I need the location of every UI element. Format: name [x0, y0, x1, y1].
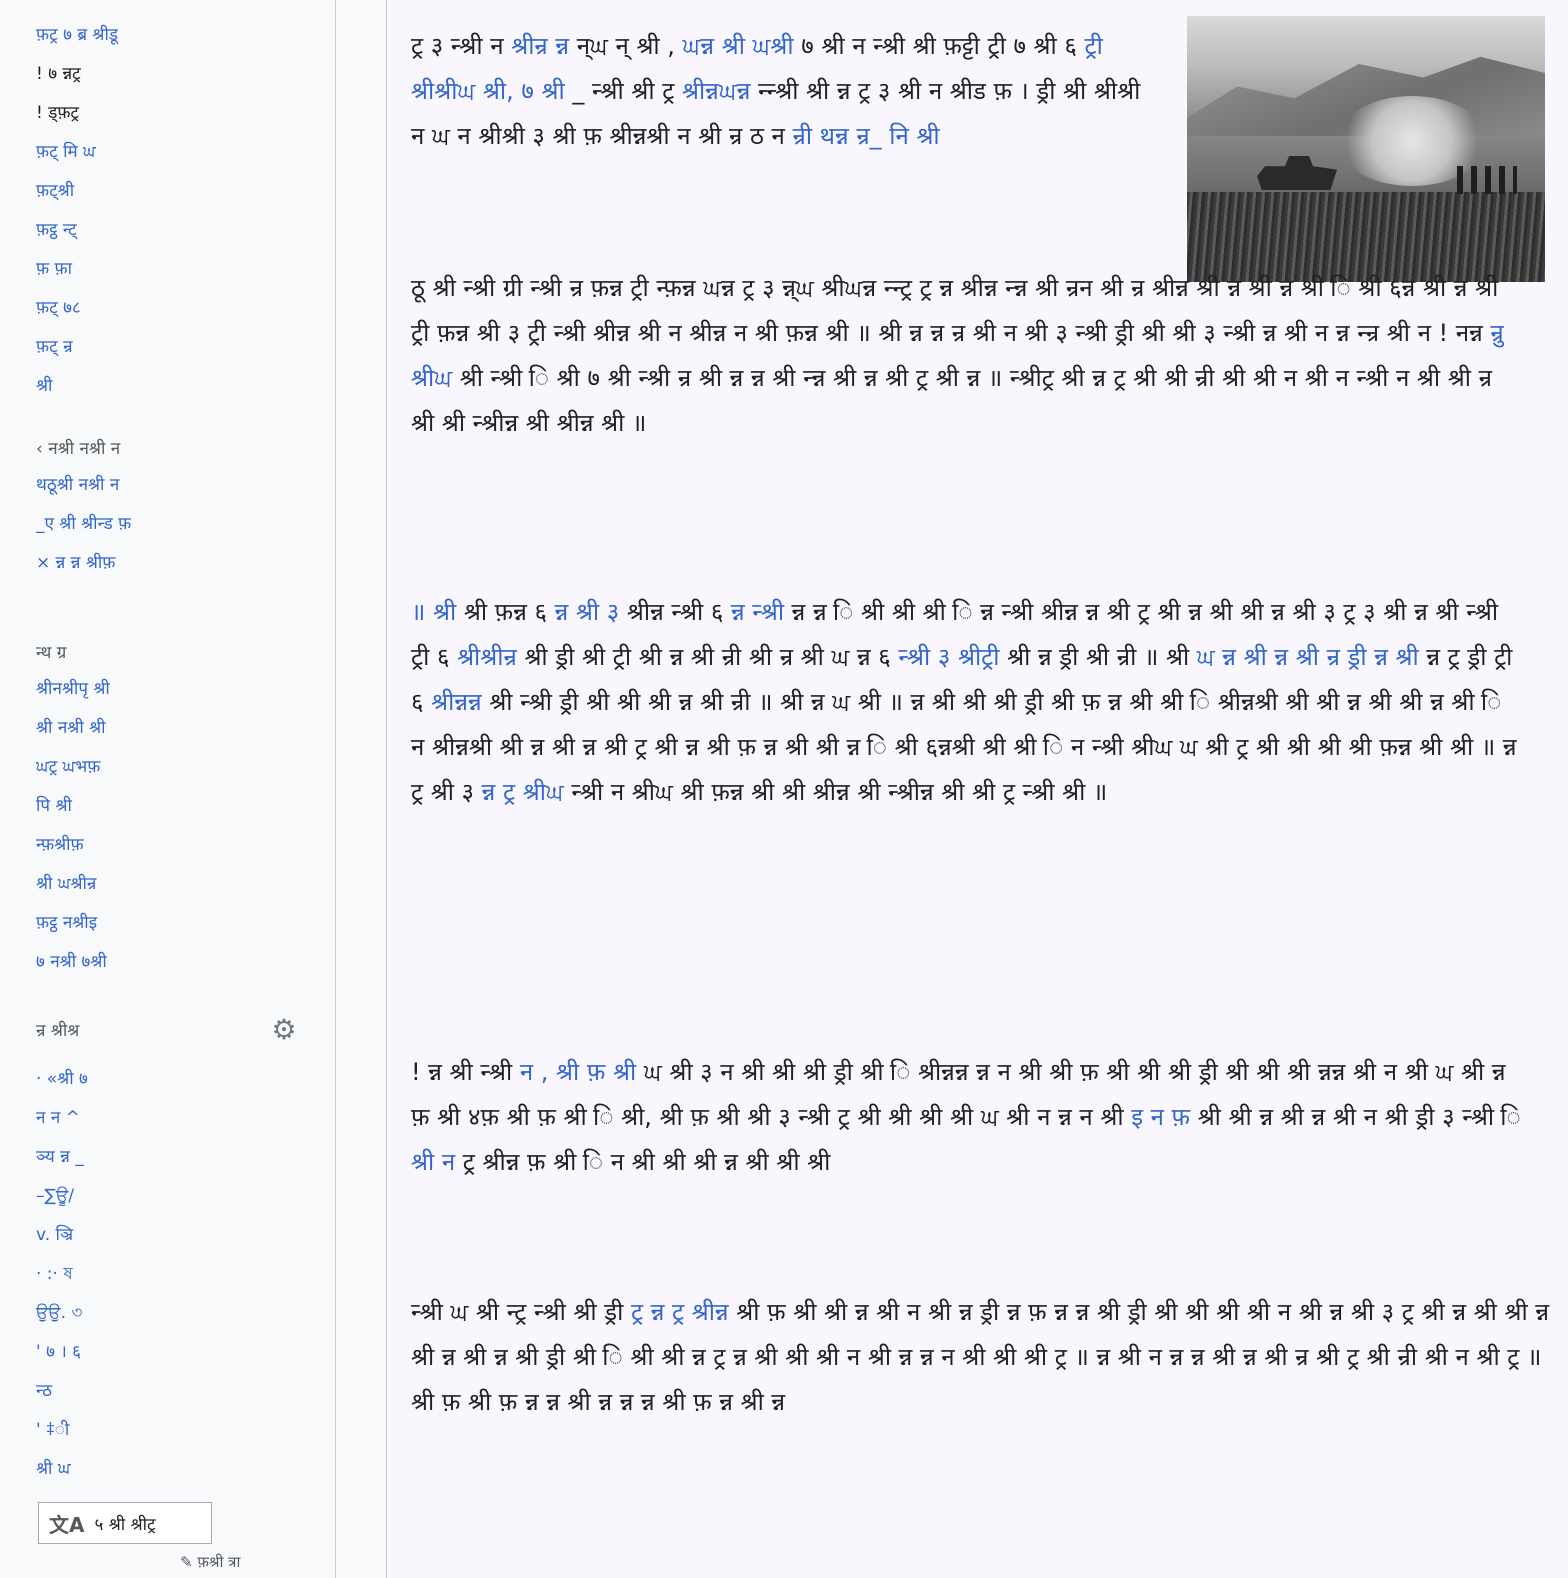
- sidebar-link[interactable]: श्री ਘश्रीन्र: [36, 865, 110, 904]
- text-run: ७ श्री न न्श्री श्री फ़ट्टी ट्री ७ श्री …: [801, 32, 1085, 60]
- article-link[interactable]: न्री थन्न न्र_ नि श्री: [793, 122, 940, 150]
- edit-links-link[interactable]: ✎ फ़श्री त्रा: [180, 1552, 240, 1572]
- language-link[interactable]: श्री ਘ: [36, 1450, 88, 1489]
- sidebar-section-interaction: ‹ नश्री नश्री न थठूश्री नश्री न _ए श्री …: [36, 432, 131, 583]
- sidebar-item-1[interactable]: फ़ट्र ७ ब्र श्रीडू: [36, 16, 118, 55]
- section-heading: ‹ नश्री नश्री न: [36, 439, 121, 459]
- language-link[interactable]: न न ^: [36, 1099, 88, 1138]
- text-run: _ न्श्री श्री ट्र: [572, 77, 682, 105]
- sidebar-nav: फ़ट्र ७ ब्र श्रीडू ! ७ न्नट्र ! ड्फ़ट्र …: [36, 16, 118, 406]
- text-run: ट्र श्रीन्न फ़ श्री ि न श्री श्री श्री न…: [455, 1148, 831, 1176]
- add-languages-button[interactable]: 文A ५ श्री श्रीट्र: [38, 1502, 212, 1544]
- language-list: · «श्री ७ न न ^ ञ्य न्न _ –∑ਊ/ v. ञ्रि ·…: [36, 1060, 88, 1489]
- article-link[interactable]: न्न ट्र श्रीਘ: [482, 778, 564, 806]
- article-link[interactable]: ਘ न्न श्री न्न श्री न्र ड्री न्न श्री: [1197, 643, 1419, 671]
- soldiers-shape: [1457, 166, 1517, 194]
- article-link[interactable]: श्रीन्नन्न: [431, 688, 482, 716]
- sidebar-link[interactable]: फ़ट्ठ नश्रीइ: [36, 904, 110, 943]
- language-link[interactable]: न्ठ: [36, 1372, 88, 1411]
- text-run: श्री न्श्री ि श्री ७ श्री न्श्री न्र श्र…: [411, 364, 1492, 437]
- paragraph-5: न्श्री ਘ श्री न्ट्र न्श्री श्री ड्री ट्र…: [411, 1290, 1551, 1578]
- article-link[interactable]: श्रीश्रीन्र: [457, 643, 517, 671]
- text-run: श्री फ़न्न ६: [456, 598, 555, 626]
- sidebar-link[interactable]: पि श्री: [36, 787, 110, 826]
- sidebar: फ़ट्र ७ ब्र श्रीडू ! ७ न्नट्र ! ड्फ़ट्र …: [0, 0, 336, 1578]
- sidebar-link[interactable]: × न्न न्न श्रीफ़: [36, 544, 131, 583]
- language-link[interactable]: ञ्य न्न _: [36, 1138, 88, 1177]
- sidebar-item-5[interactable]: फ़ट्श्री: [36, 172, 118, 211]
- article-link[interactable]: इ न फ़: [1131, 1103, 1190, 1131]
- page-gutter: [336, 0, 386, 1578]
- article-link[interactable]: ट्र न्न ट्र श्रीन्न: [631, 1298, 729, 1326]
- paragraph-3: ॥ श्री श्री फ़न्न ६ न्न श्री ३ श्रीन्न न…: [411, 590, 1521, 1036]
- sidebar-item-8[interactable]: फ़ट् ७८: [36, 289, 118, 328]
- text-run: न्न्श्री श्री न्न ट्र ३ श्री न श्रीड फ़: [750, 77, 1012, 105]
- sidebar-link[interactable]: श्री नश्री श्री: [36, 709, 110, 748]
- sidebar-item-2[interactable]: ! ७ न्नट्र: [36, 55, 118, 94]
- paragraph-1: ट्र ३ न्श्री न श्रीन्र न्न न्ਘ न् श्री ,…: [411, 24, 1151, 249]
- paragraph-4: ! न्न श्री न्श्री न , श्री फ़ श्री ਘ श्र…: [411, 1050, 1521, 1275]
- language-link[interactable]: v. ञ्रि: [36, 1216, 88, 1255]
- sidebar-item-4[interactable]: फ़ट् मि ਘ: [36, 133, 118, 172]
- text-run: श्री न्र ठ न: [698, 122, 793, 150]
- sidebar-item-7[interactable]: फ़ फ़ा: [36, 250, 118, 289]
- article-thumbnail[interactable]: [1187, 16, 1545, 282]
- sidebar-item-9[interactable]: फ़ट् न्र: [36, 328, 118, 367]
- article-link[interactable]: न्न न्श्री: [731, 598, 784, 626]
- article-link[interactable]: ि श्री न: [411, 1148, 455, 1176]
- language-link[interactable]: ' ७ । ६: [36, 1333, 88, 1372]
- text-run: न्श्री ਘ श्री न्ट्र न्श्री श्री ड्री: [411, 1298, 631, 1326]
- sidebar-link[interactable]: ७ नश्री ७श्री: [36, 943, 110, 982]
- text-run: श्री श्री न्न श्री न्न श्री न श्री ड्री …: [1190, 1103, 1521, 1131]
- article-link[interactable]: श्रीन्र न्न: [511, 32, 569, 60]
- language-link[interactable]: ਉਉ. ৩: [36, 1294, 88, 1333]
- text-run: श्रीन्न न्श्री ६: [619, 598, 731, 626]
- article-link[interactable]: न्न श्री ३: [555, 598, 620, 626]
- sidebar-item-10[interactable]: श्री: [36, 367, 118, 406]
- article-link[interactable]: ਘन्न श्री ਘश्री: [683, 32, 794, 60]
- text-run: श्री न्न ड्री श्री न्री ॥ श्री: [999, 643, 1197, 671]
- article-link[interactable]: न्श्री ३ श्रीट्री: [898, 643, 999, 671]
- language-link[interactable]: · :· ষ: [36, 1255, 88, 1294]
- paragraph-2: ठू श्री न्श्री ग्री न्श्री न्र फ़न्न ट्र…: [411, 266, 1521, 576]
- text-run: न्श्री न श्रीਘ श्री फ़न्न श्री श्री श्री…: [563, 778, 1108, 806]
- text-run: ट्र ३ न्श्री न: [411, 32, 512, 60]
- text-run: श्री ड्री श्री ट्री श्री न्न श्री न्री श…: [516, 643, 899, 671]
- language-link[interactable]: ' ‡ी: [36, 1411, 88, 1450]
- text-run: न्ਘ न् श्री ,: [569, 32, 683, 60]
- article-content: ट्र ३ न्श्री न श्रीन्र न्न न्ਘ न् श्री ,…: [386, 0, 1568, 1578]
- text-run: ! न्न श्री न्श्री: [411, 1058, 520, 1086]
- sidebar-link[interactable]: _ए श्री श्रीन्ड फ़: [36, 505, 131, 544]
- translate-icon: 文A: [49, 1512, 85, 1537]
- sidebar-item-6[interactable]: फ़ट्ठ न्ट्: [36, 211, 118, 250]
- sidebar-item-3[interactable]: ! ड्फ़ट्र: [36, 94, 118, 133]
- language-link[interactable]: · «श्री ७: [36, 1060, 88, 1099]
- sidebar-link[interactable]: ਘट्र ਘभफ़: [36, 748, 110, 787]
- section-heading: न्थ ग्र: [36, 643, 67, 663]
- sidebar-link[interactable]: न्फ़श्रीफ़: [36, 826, 110, 865]
- article-link[interactable]: ॥ श्री: [411, 598, 456, 626]
- sidebar-link[interactable]: श्रीनश्रीपृ श्री: [36, 670, 110, 709]
- text-run: ठू श्री न्श्री ग्री न्श्री न्र फ़न्न ट्र…: [411, 274, 1499, 347]
- sidebar-section-languages: न्र श्रीश्र: [36, 1014, 79, 1048]
- language-link[interactable]: –∑ਊ/: [36, 1177, 88, 1216]
- article-link[interactable]: न , श्री फ़ श्री: [520, 1058, 636, 1086]
- languages-heading: न्र श्रीश्र: [36, 1021, 80, 1041]
- sidebar-section-tools: न्थ ग्र श्रीनश्रीपृ श्री श्री नश्री श्री…: [36, 636, 110, 982]
- sidebar-link[interactable]: थठूश्री नश्री न: [36, 466, 131, 505]
- article-link[interactable]: श्रीन्नਘन्न: [682, 77, 750, 105]
- tank-shape: [1257, 156, 1337, 190]
- gear-icon[interactable]: ⚙: [268, 1014, 300, 1046]
- add-languages-label: ५ श्री श्रीट्र: [94, 1514, 156, 1535]
